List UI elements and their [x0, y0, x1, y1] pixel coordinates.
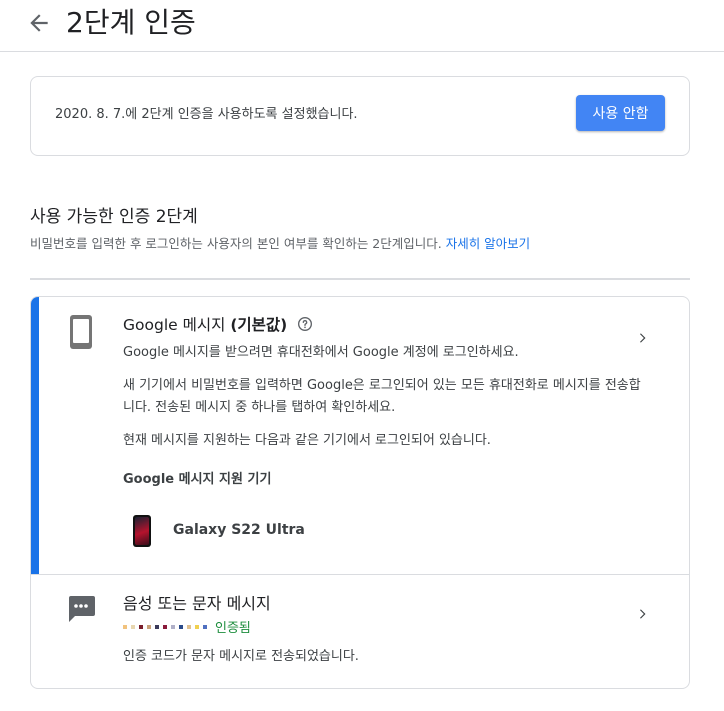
status-card: 2020. 8. 7.에 2단계 인증을 사용하도록 설정했습니다. 사용 안함 — [30, 76, 690, 156]
smartphone-icon — [70, 315, 92, 349]
section-divider — [30, 278, 690, 280]
sms-icon — [69, 596, 95, 622]
section-description-text: 비밀번호를 입력한 후 로그인하는 사용자의 본인 여부를 확인하는 2단계입니… — [30, 236, 442, 251]
default-accent-bar — [31, 297, 39, 575]
google-prompt-description: Google 메시지를 받으려면 휴대전화에서 Google 계정에 로그인하세… — [123, 345, 519, 360]
google-prompt-default-tag: (기본값) — [230, 316, 288, 334]
section-title: 사용 가능한 인증 2단계 — [30, 207, 198, 227]
voice-sms-title[interactable]: 음성 또는 문자 메시지 — [123, 590, 271, 614]
page-title: 2단계 인증 — [66, 6, 196, 39]
methods-card: Google 메시지 (기본값) Google 메시지를 받으려면 휴대전화에서… — [30, 296, 690, 689]
status-text: 2020. 8. 7.에 2단계 인증을 사용하도록 설정했습니다. — [55, 107, 358, 122]
header: 2단계 인증 — [0, 0, 724, 52]
voice-sms-description: 인증 코드가 문자 메시지로 전송되었습니다. — [123, 649, 359, 664]
google-prompt-name: Google 메시지 — [123, 316, 226, 334]
voice-sms-status: 인증됨 — [123, 617, 251, 636]
learn-more-link[interactable]: 자세히 알아보기 — [446, 236, 530, 251]
chevron-right-icon[interactable] — [635, 607, 649, 621]
method-divider — [31, 574, 689, 575]
device-thumbnail — [133, 515, 151, 547]
disable-button[interactable]: 사용 안함 — [576, 95, 665, 131]
google-prompt-title[interactable]: Google 메시지 (기본값) — [123, 313, 313, 335]
google-prompt-explanation: 새 기기에서 비밀번호를 입력하면 Google은 로그인되어 있는 모든 휴대… — [123, 378, 641, 415]
verified-badge: 인증됨 — [215, 621, 251, 636]
help-icon[interactable] — [297, 316, 313, 332]
back-arrow-icon[interactable] — [26, 10, 52, 36]
chevron-right-icon[interactable] — [635, 331, 649, 345]
google-prompt-devices-intro: 현재 메시지를 지원하는 다음과 같은 기기에서 로그인되어 있습니다. — [123, 433, 491, 448]
redacted-phone-number — [123, 624, 207, 629]
section-description: 비밀번호를 입력한 후 로그인하는 사용자의 본인 여부를 확인하는 2단계입니… — [30, 233, 530, 252]
google-prompt-devices-heading: Google 메시지 지원 기기 — [123, 472, 272, 487]
device-name: Galaxy S22 Ultra — [173, 522, 305, 538]
